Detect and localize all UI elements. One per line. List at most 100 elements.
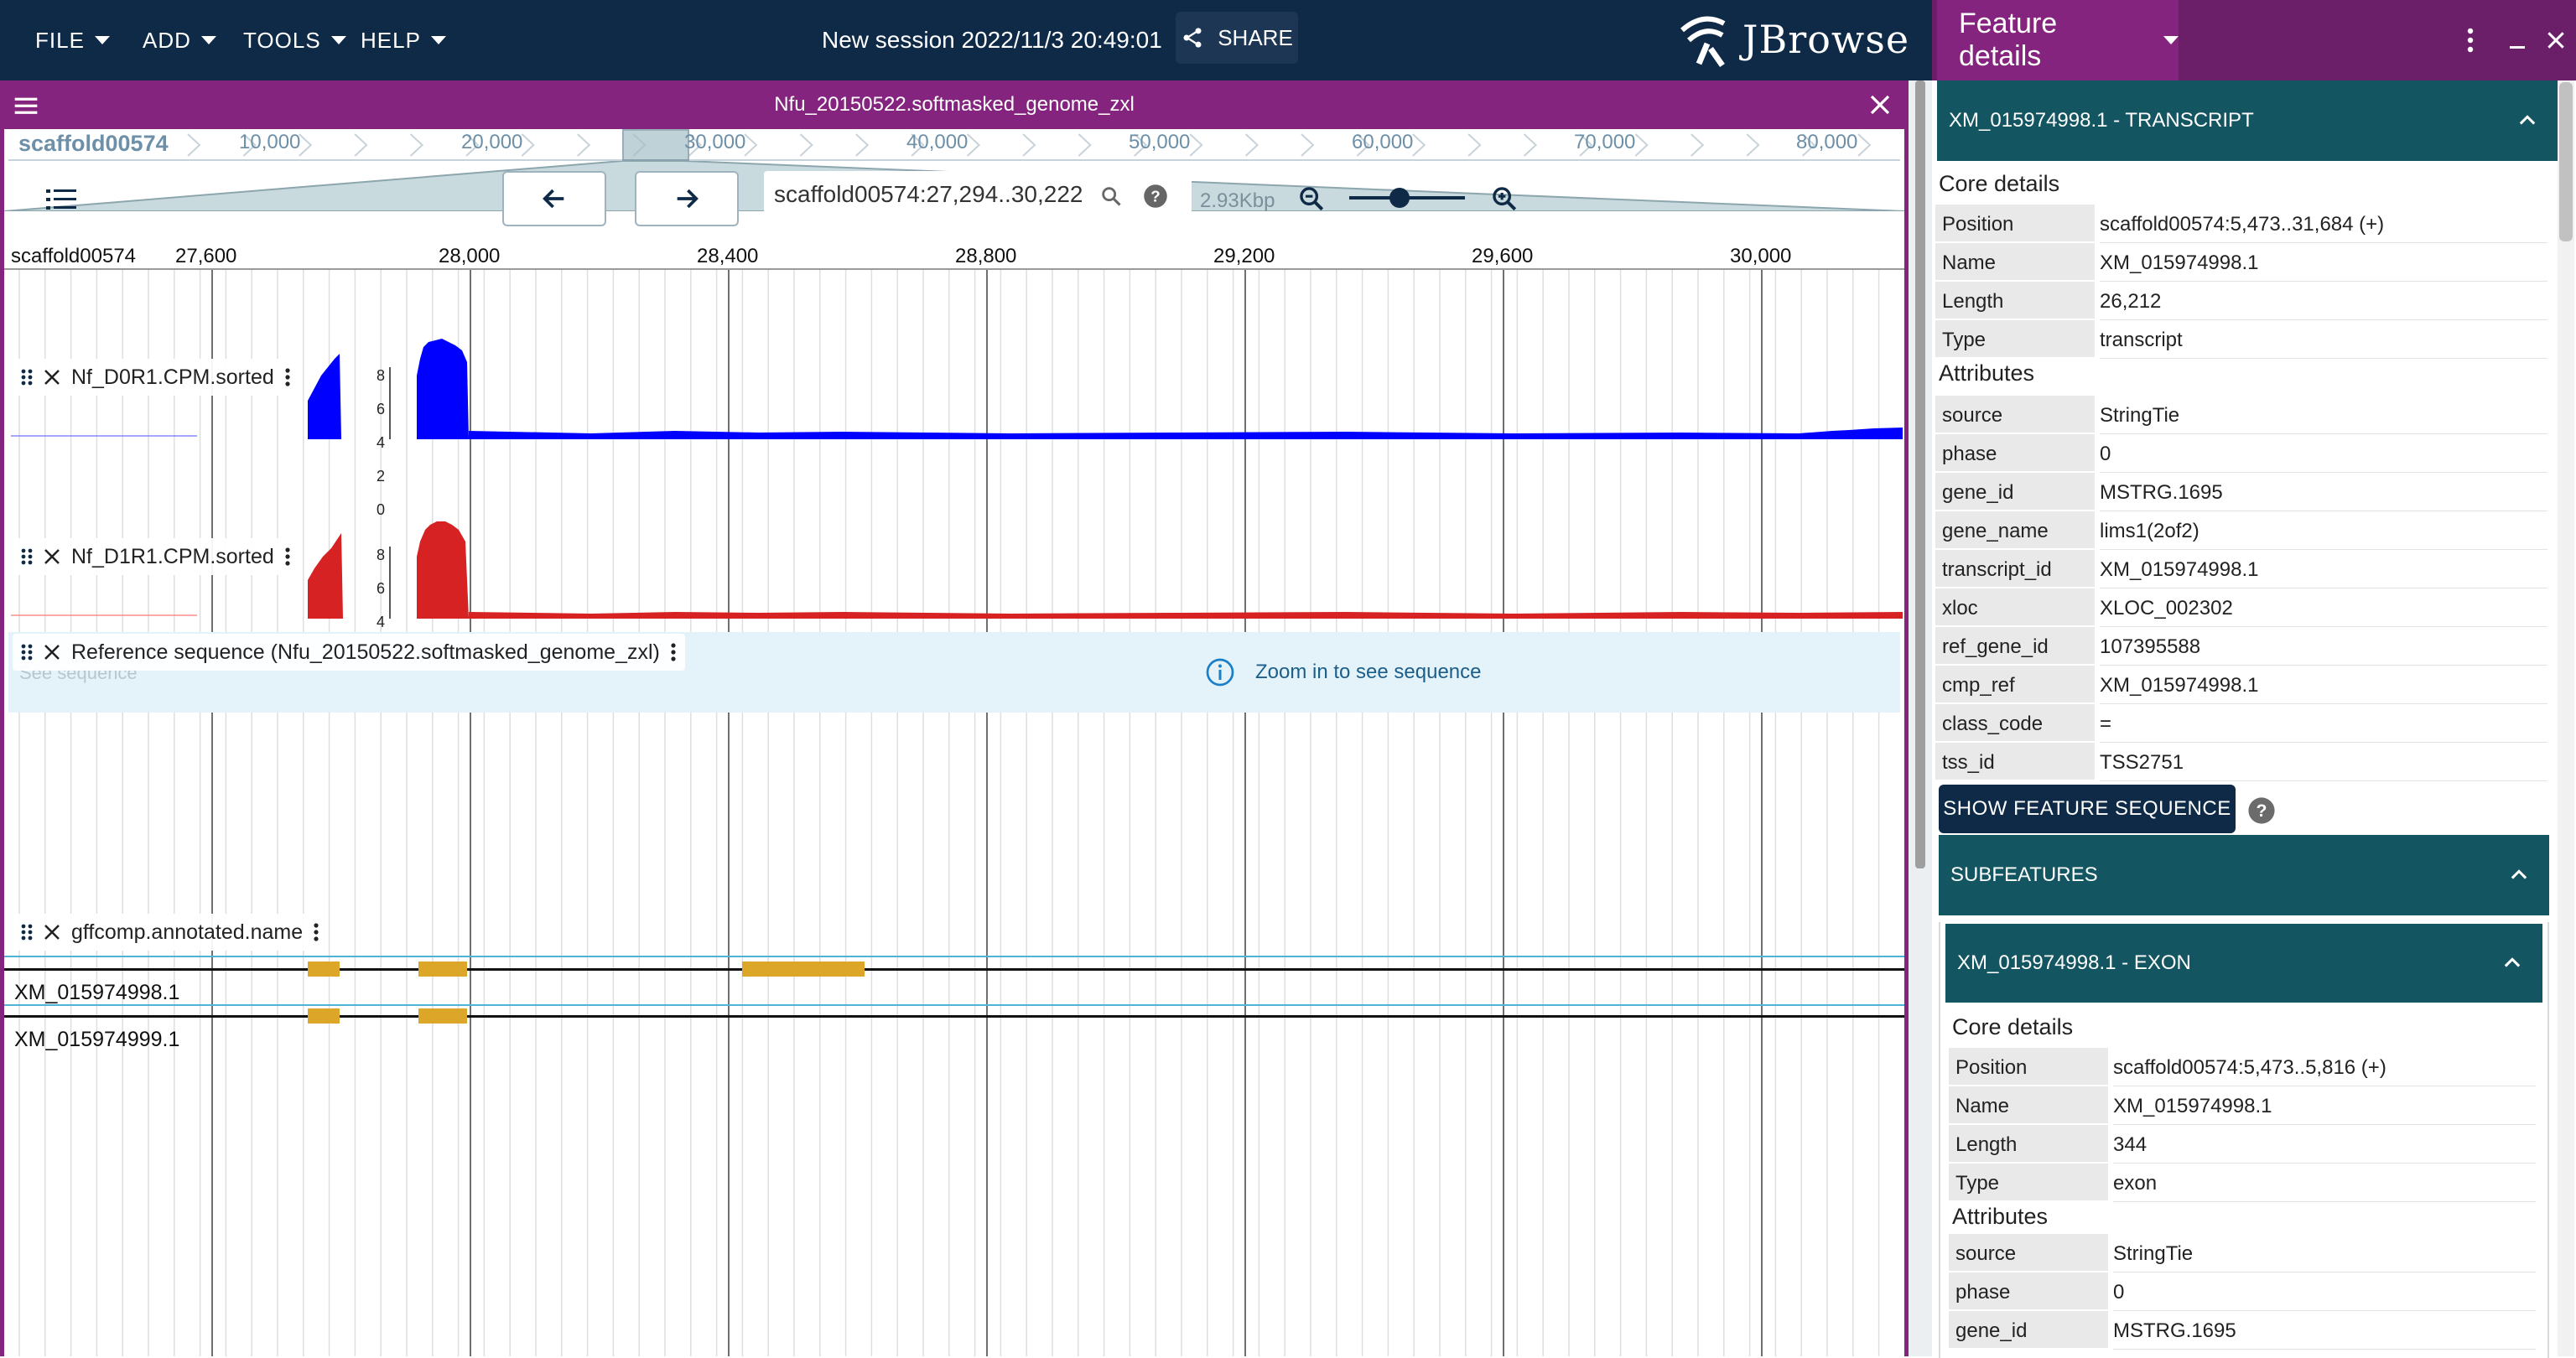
coverage-peak xyxy=(308,533,343,619)
core-details-title: Core details xyxy=(1939,171,2060,196)
exon[interactable] xyxy=(742,961,865,977)
overview-viewport-highlight[interactable] xyxy=(622,129,689,161)
drag-handle-icon[interactable] xyxy=(21,547,33,566)
help-icon[interactable]: ? xyxy=(2247,796,2276,825)
tools-menu-button[interactable]: TOOLS xyxy=(243,0,346,80)
session-name[interactable]: New session 2022/11/3 20:49:01 xyxy=(822,0,1162,80)
detail-value: = xyxy=(2100,713,2112,735)
feature-details-scrollbar[interactable] xyxy=(2558,80,2574,1356)
close-track-icon[interactable] xyxy=(43,643,61,661)
feature-details-header: Feature details xyxy=(1932,0,2576,80)
detail-key: gene_id xyxy=(1949,1311,2108,1348)
overview-scalebar[interactable]: scaffold00574 10,000 20,000 30,000 40,00… xyxy=(8,129,1900,161)
detail-value: XLOC_002302 xyxy=(2100,597,2233,619)
zoom-in-icon[interactable] xyxy=(1490,184,1519,213)
feature-label[interactable]: XM_015974998.1 xyxy=(14,981,179,1005)
close-widget-button[interactable] xyxy=(2531,0,2576,80)
track-menu-icon[interactable] xyxy=(284,547,291,567)
widget-menu-button[interactable] xyxy=(2445,0,2496,80)
exon[interactable] xyxy=(418,1008,467,1024)
exon-accordion-header[interactable]: XM_015974998.1 - EXON xyxy=(1945,924,2542,1003)
logo-text: JBrowse xyxy=(1742,17,1910,62)
track-label-refseq[interactable]: Reference sequence (Nfu_20150522.softmas… xyxy=(13,634,685,671)
detail-key: Type xyxy=(1949,1164,2108,1200)
track-selector-icon[interactable] xyxy=(44,186,78,215)
exon-attributes-title: Attributes xyxy=(1952,1204,2049,1229)
overview-tick-label: 40,000 xyxy=(906,131,969,153)
detail-key: gene_name xyxy=(1935,511,2095,548)
row-divider xyxy=(2100,780,2547,781)
track-label-gff[interactable]: gffcomp.annotated.name xyxy=(13,914,329,951)
exon[interactable] xyxy=(418,961,467,977)
overview-tick-label: 10,000 xyxy=(239,131,301,153)
drag-handle-icon[interactable] xyxy=(21,368,33,386)
arrow-right-icon xyxy=(677,189,699,209)
overview-tick-label: 50,000 xyxy=(1129,131,1191,153)
ruler[interactable]: scaffold00574 27,600 28,000 28,400 28,80… xyxy=(4,241,1904,270)
detail-row: Position scaffold00574:5,473..31,684 (+) xyxy=(1935,205,2547,243)
detail-row: Length 344 xyxy=(1949,1125,2536,1164)
location-search-input[interactable]: scaffold00574:27,294..30,222 ? xyxy=(764,171,1192,223)
view-scrollbar-thumb[interactable] xyxy=(1915,80,1925,868)
row-divider xyxy=(2113,1201,2536,1202)
zoom-slider-thumb[interactable] xyxy=(1389,188,1410,208)
file-menu-button[interactable]: FILE xyxy=(35,0,110,80)
detail-value: XM_015974998.1 xyxy=(2100,251,2259,274)
detail-row: Type transcript xyxy=(1935,320,2547,359)
caret-down-icon xyxy=(2163,36,2179,44)
feature-details-scrollbar-thumb[interactable] xyxy=(2559,82,2573,241)
scroll-left-button[interactable] xyxy=(502,171,606,226)
feature-details-title: Feature details xyxy=(1959,8,2058,72)
subfeatures-accordion-header[interactable]: SUBFEATURES xyxy=(1939,835,2549,915)
detail-row: Name XM_015974998.1 xyxy=(1935,243,2547,282)
close-view-icon[interactable] xyxy=(1867,92,1893,117)
close-track-icon[interactable] xyxy=(43,923,61,941)
detail-row: gene_name lims1(2of2) xyxy=(1935,511,2547,550)
coverage-peak xyxy=(417,521,469,619)
exon[interactable] xyxy=(308,961,340,977)
track-menu-icon[interactable] xyxy=(284,367,291,387)
row-divider xyxy=(2113,1349,2536,1350)
track-label-d1[interactable]: Nf_D1R1.CPM.sorted xyxy=(13,538,299,575)
track-name: Nf_D0R1.CPM.sorted xyxy=(71,365,274,389)
bp-per-px-label: 2.93Kbp xyxy=(1200,189,1275,212)
overview-scaffold-label: scaffold00574 xyxy=(18,131,169,156)
refseq-zoom-message: Zoom in to see sequence xyxy=(1205,657,1482,687)
detail-key: phase xyxy=(1949,1272,2108,1309)
coverage-peak xyxy=(308,354,341,439)
help-icon[interactable]: ? xyxy=(1143,184,1168,209)
detail-key: Name xyxy=(1949,1086,2108,1123)
drag-handle-icon[interactable] xyxy=(21,643,33,661)
chevron-up-icon xyxy=(2504,957,2521,967)
feature-details-title-button[interactable]: Feature details xyxy=(1937,0,2179,80)
detail-row: source StringTie xyxy=(1949,1234,2536,1272)
feature-intron-line[interactable] xyxy=(4,1015,1904,1018)
overview-tick-label: 30,000 xyxy=(684,131,746,153)
share-button[interactable]: SHARE xyxy=(1176,12,1298,64)
search-icon[interactable] xyxy=(1099,184,1123,208)
track-name: Reference sequence (Nfu_20150522.softmas… xyxy=(71,640,660,664)
detail-value: MSTRG.1695 xyxy=(2100,481,2223,504)
file-menu-label: FILE xyxy=(35,27,85,53)
scroll-right-button[interactable] xyxy=(635,171,739,226)
feature-label[interactable]: XM_015974999.1 xyxy=(14,1028,179,1052)
transcript-accordion-header[interactable]: XM_015974998.1 - TRANSCRIPT xyxy=(1937,80,2558,161)
feature-intron-line[interactable] xyxy=(4,968,1904,971)
detail-value: TSS2751 xyxy=(2100,751,2184,774)
detail-row: Type exon xyxy=(1949,1164,2536,1202)
track-menu-icon[interactable] xyxy=(313,922,319,942)
help-menu-button[interactable]: HELP xyxy=(361,0,446,80)
drag-handle-icon[interactable] xyxy=(21,923,33,941)
exon[interactable] xyxy=(308,1008,340,1024)
close-track-icon[interactable] xyxy=(43,547,61,566)
close-track-icon[interactable] xyxy=(43,368,61,386)
kebab-icon xyxy=(2467,28,2474,53)
detail-value: scaffold00574:5,473..5,816 (+) xyxy=(2113,1056,2386,1079)
add-menu-button[interactable]: ADD xyxy=(143,0,216,80)
show-feature-sequence-button[interactable]: SHOW FEATURE SEQUENCE xyxy=(1939,785,2236,833)
track-menu-icon[interactable] xyxy=(670,642,677,662)
zoom-out-icon[interactable] xyxy=(1297,184,1326,213)
track-name: Nf_D1R1.CPM.sorted xyxy=(71,544,274,568)
track-label-d0[interactable]: Nf_D0R1.CPM.sorted xyxy=(13,359,299,396)
ruler-tick-label: 27,600 xyxy=(175,245,237,267)
